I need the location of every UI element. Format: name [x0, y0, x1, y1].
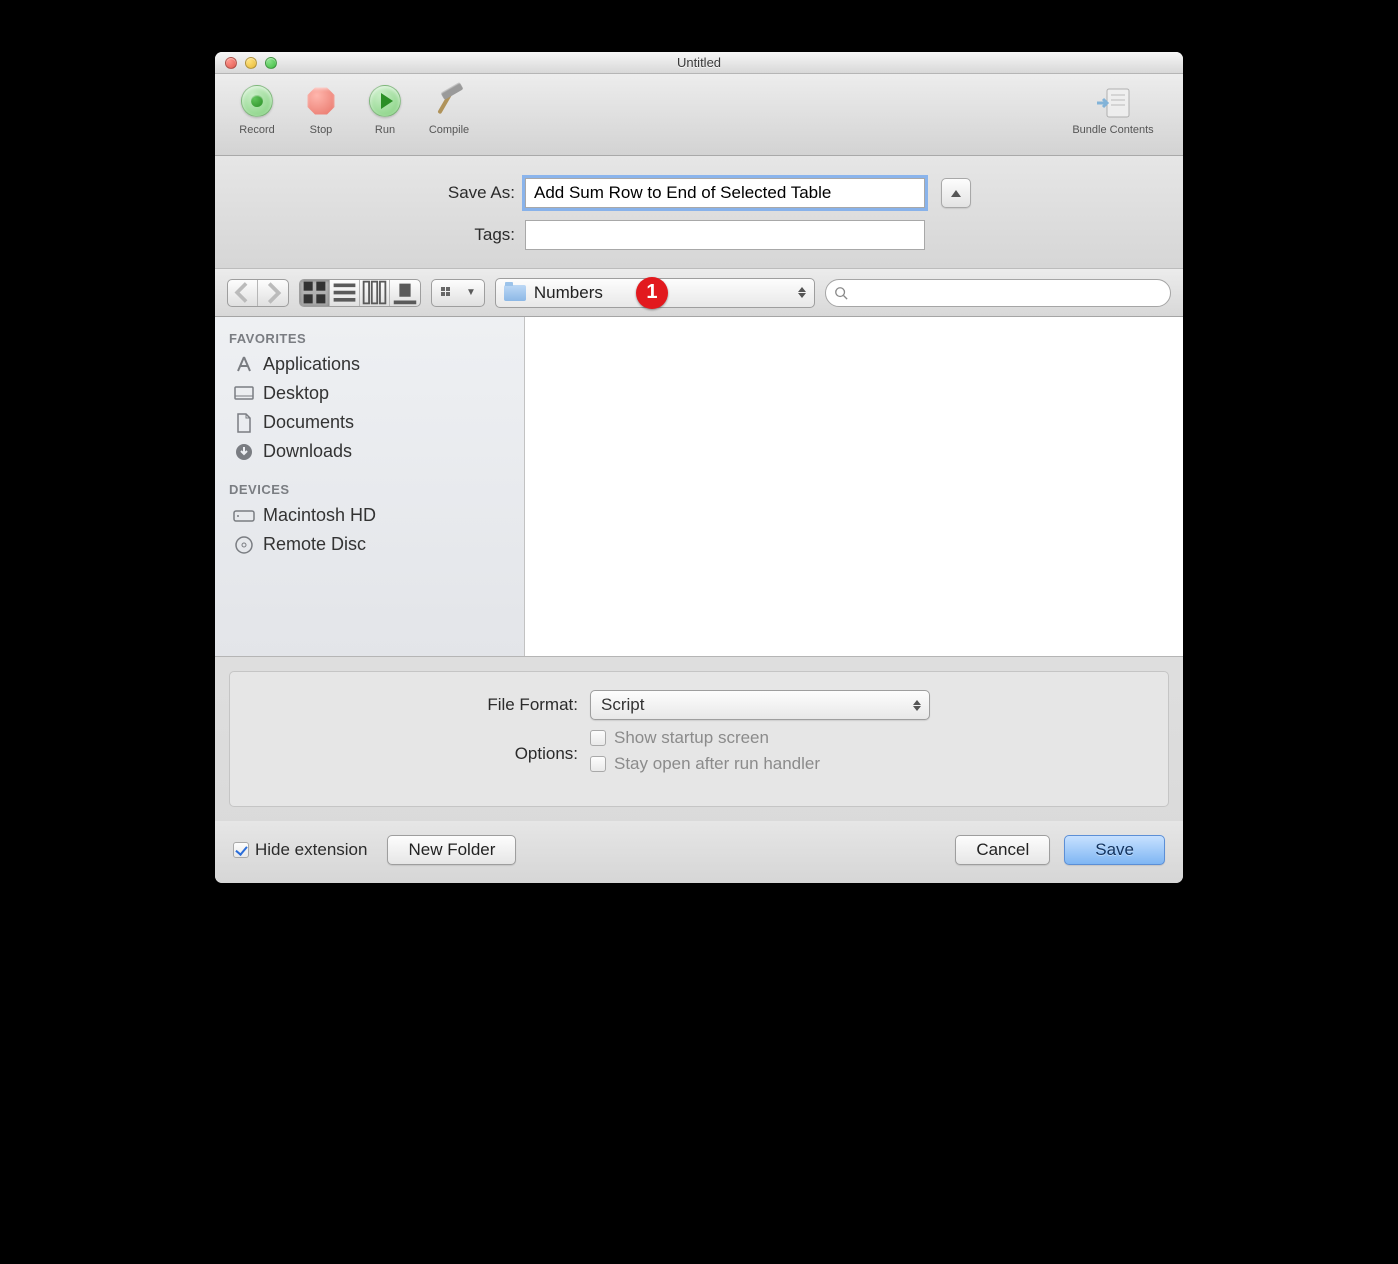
hide-extension-label: Hide extension: [255, 840, 367, 860]
favorites-header: FAVORITES: [215, 325, 524, 350]
bundle-contents-icon: [1092, 82, 1134, 124]
coverflow-view-button[interactable]: [390, 280, 420, 306]
bundle-label: Bundle Contents: [1072, 124, 1153, 136]
sidebar-item-applications[interactable]: Applications: [215, 350, 524, 379]
sidebar-item-desktop[interactable]: Desktop: [215, 379, 524, 408]
sidebar-item-remote-disc[interactable]: Remote Disc: [215, 530, 524, 559]
folder-icon: [504, 285, 526, 301]
icon-view-button[interactable]: [300, 280, 330, 306]
run-icon: [369, 85, 401, 117]
run-label: Run: [375, 124, 395, 136]
documents-icon: [233, 413, 255, 433]
sidebar-item-downloads[interactable]: Downloads: [215, 437, 524, 466]
chevron-up-icon: [951, 190, 961, 197]
checkbox-icon: [590, 730, 606, 746]
updown-icon: [913, 700, 921, 711]
stop-icon: [306, 86, 336, 116]
record-tool[interactable]: Record: [225, 82, 289, 136]
file-format-value: Script: [601, 695, 644, 715]
run-tool[interactable]: Run: [353, 82, 417, 136]
sidebar-label: Documents: [263, 412, 354, 433]
search-input[interactable]: [848, 280, 1170, 306]
downloads-icon: [233, 442, 255, 462]
checkbox-checked-icon: [233, 842, 249, 858]
titlebar: Untitled: [215, 52, 1183, 74]
sidebar-label: Downloads: [263, 441, 352, 462]
history-nav: [227, 279, 289, 307]
applications-icon: [233, 355, 255, 375]
record-icon: [241, 85, 273, 117]
compile-label: Compile: [429, 124, 469, 136]
updown-icon: [798, 287, 806, 298]
bundle-contents-tool[interactable]: Bundle Contents: [1053, 82, 1173, 136]
list-view-button[interactable]: [330, 280, 360, 306]
sidebar-label: Macintosh HD: [263, 505, 376, 526]
show-startup-label: Show startup screen: [614, 728, 769, 748]
file-format-label: File Format:: [250, 695, 590, 715]
new-folder-button[interactable]: New Folder: [387, 835, 516, 865]
tags-label: Tags:: [255, 225, 525, 245]
browser-nav-bar: ▼ Numbers 1: [215, 269, 1183, 317]
show-startup-option[interactable]: Show startup screen: [590, 728, 820, 748]
arrange-button[interactable]: ▼: [431, 279, 485, 307]
forward-button[interactable]: [258, 280, 288, 306]
save-header: Save As: Tags:: [215, 156, 1183, 269]
cancel-button[interactable]: Cancel: [955, 835, 1050, 865]
hammer-icon: [431, 83, 467, 119]
options-panel: File Format: Script Options: Show startu…: [229, 671, 1169, 807]
view-switcher: [299, 279, 421, 307]
file-browser: FAVORITES Applications Desktop Documents…: [215, 317, 1183, 657]
window-title: Untitled: [215, 55, 1183, 70]
stay-open-label: Stay open after run handler: [614, 754, 820, 774]
search-icon: [834, 286, 848, 300]
sidebar-label: Desktop: [263, 383, 329, 404]
desktop-icon: [233, 384, 255, 404]
stop-label: Stop: [310, 124, 333, 136]
save-button[interactable]: Save: [1064, 835, 1165, 865]
stay-open-option[interactable]: Stay open after run handler: [590, 754, 820, 774]
file-format-popup[interactable]: Script: [590, 690, 930, 720]
search-field[interactable]: [825, 279, 1171, 307]
save-dialog-window: Untitled Record Stop Run Compile Bundle …: [215, 52, 1183, 883]
compile-tool[interactable]: Compile: [417, 82, 481, 136]
hard-drive-icon: [233, 506, 255, 526]
saveas-input[interactable]: [525, 178, 925, 208]
tags-input[interactable]: [525, 220, 925, 250]
saveas-label: Save As:: [255, 183, 525, 203]
toolbar: Record Stop Run Compile Bundle Contents: [215, 74, 1183, 156]
stop-tool[interactable]: Stop: [289, 82, 353, 136]
checkbox-icon: [590, 756, 606, 772]
sidebar-item-documents[interactable]: Documents: [215, 408, 524, 437]
options-label: Options:: [250, 744, 590, 764]
expand-collapse-button[interactable]: [941, 178, 971, 208]
sidebar-label: Remote Disc: [263, 534, 366, 555]
devices-header: DEVICES: [215, 476, 524, 501]
annotation-badge: 1: [636, 277, 668, 309]
hide-extension-checkbox[interactable]: Hide extension: [233, 840, 367, 860]
location-popup[interactable]: Numbers 1: [495, 278, 815, 308]
file-list-area[interactable]: [525, 317, 1183, 656]
back-button[interactable]: [228, 280, 258, 306]
dialog-footer: Hide extension New Folder Cancel Save: [215, 821, 1183, 883]
disc-icon: [233, 535, 255, 555]
sidebar-item-macintosh-hd[interactable]: Macintosh HD: [215, 501, 524, 530]
column-view-button[interactable]: [360, 280, 390, 306]
sidebar: FAVORITES Applications Desktop Documents…: [215, 317, 525, 656]
sidebar-label: Applications: [263, 354, 360, 375]
record-label: Record: [239, 124, 274, 136]
